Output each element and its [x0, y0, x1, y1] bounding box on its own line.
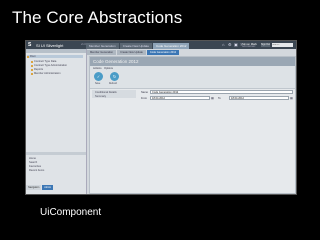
ribbon-toolbar: Actions Options ✓ Save ↻ Refresh [90, 66, 295, 89]
folder-icon [31, 64, 33, 67]
tree-item-label: Reports [34, 68, 44, 71]
section-summary[interactable]: Summary [95, 95, 106, 98]
tree-item-label: Root [30, 55, 36, 58]
tree-item-label: Contract Type Data [34, 60, 57, 63]
top-tabs: Member Generation Create New Update Code… [86, 41, 190, 49]
home-icon[interactable]: ⌂ [222, 43, 226, 47]
title-bar: S SI UI Silverlight v1.0 Member Generati… [26, 41, 296, 49]
sidebar-tab-navigation[interactable]: Navigation [26, 185, 42, 190]
logo-icon: S [28, 42, 32, 48]
folder-icon [31, 68, 33, 71]
sidebar-link-recent[interactable]: Recent Items [29, 169, 44, 172]
toolbar-icons: ⌂ ⚙ ▣ ? [222, 43, 244, 47]
sidebar-link-favourites[interactable]: Favourites [29, 165, 41, 168]
sidebar-header [26, 49, 86, 53]
slide-title: The Core Abstractions [12, 8, 183, 27]
from-date-field[interactable]: 18.04.2012 [150, 96, 210, 100]
ribbon-tab-options[interactable]: Options [104, 67, 113, 70]
folder-icon [27, 55, 29, 58]
sign-out-button[interactable]: Sign Out [261, 43, 270, 47]
refresh-icon[interactable]: ↻ [110, 72, 119, 81]
tree-item[interactable]: Reports [31, 68, 43, 71]
section-conditional-details[interactable]: Conditional Details [95, 91, 117, 94]
calendar-icon[interactable]: ▦ [290, 96, 293, 100]
sidebar-tab-admin[interactable]: Admin [42, 185, 54, 190]
save-icon[interactable]: ✓ [94, 72, 103, 81]
sidebar: Root Contract Type Data Contract Type Ad… [26, 49, 87, 194]
folder-icon [31, 72, 33, 75]
user-role: Administrator [242, 45, 256, 48]
sidebar-tabs: Navigation Admin [26, 185, 86, 191]
tree-item-label: Member Administration [34, 72, 61, 75]
save-button-label: Save [95, 83, 101, 85]
main-area: Member Generation Create New Update Code… [87, 49, 296, 194]
slide-caption: UiComponent [40, 207, 102, 218]
calendar-icon[interactable]: ▦ [211, 96, 214, 100]
refresh-button-label: Refresh [109, 83, 118, 85]
doc-tab-member-generation[interactable]: Member Generation [87, 50, 117, 55]
tree-item[interactable]: Member Administration [31, 72, 61, 75]
panel-header: Code Generation 2012 [90, 57, 295, 66]
to-label: To [218, 97, 221, 100]
sidebar-splitter[interactable] [26, 152, 86, 155]
sidebar-link-home[interactable]: Home [29, 157, 36, 160]
doc-tab-code-generation[interactable]: Code Generation 2012 [146, 50, 180, 55]
ribbon-tab-actions[interactable]: Actions [93, 67, 102, 70]
tree-item-label: Contract Type Administration [34, 64, 68, 67]
app-name: SI UI Silverlight [36, 43, 64, 48]
lock-icon[interactable]: ▣ [234, 43, 238, 47]
folder-icon [31, 60, 33, 63]
document-panel: Code Generation 2012 Actions Options ✓ S… [89, 56, 296, 194]
tree-item[interactable]: Contract Type Data [31, 60, 56, 63]
from-label: From [141, 97, 148, 100]
tree-item[interactable]: Contract Type Administration [31, 64, 67, 67]
sidebar-link-search[interactable]: Search [29, 161, 37, 164]
section-list: Conditional Details Summary [92, 90, 136, 98]
tree-item-root[interactable]: Root [27, 55, 83, 58]
search-input[interactable] [272, 43, 293, 47]
doc-tab-create-new-update[interactable]: Create New Update [117, 50, 146, 55]
panel-title: Code Generation 2012 [93, 59, 139, 64]
name-label: Name [141, 91, 148, 94]
gear-icon[interactable]: ⚙ [228, 43, 232, 47]
app-window: S SI UI Silverlight v1.0 Member Generati… [25, 40, 297, 195]
name-field[interactable]: Code Generation 2012 [150, 90, 293, 94]
to-date-field[interactable]: 18.04.2012 [229, 96, 289, 100]
